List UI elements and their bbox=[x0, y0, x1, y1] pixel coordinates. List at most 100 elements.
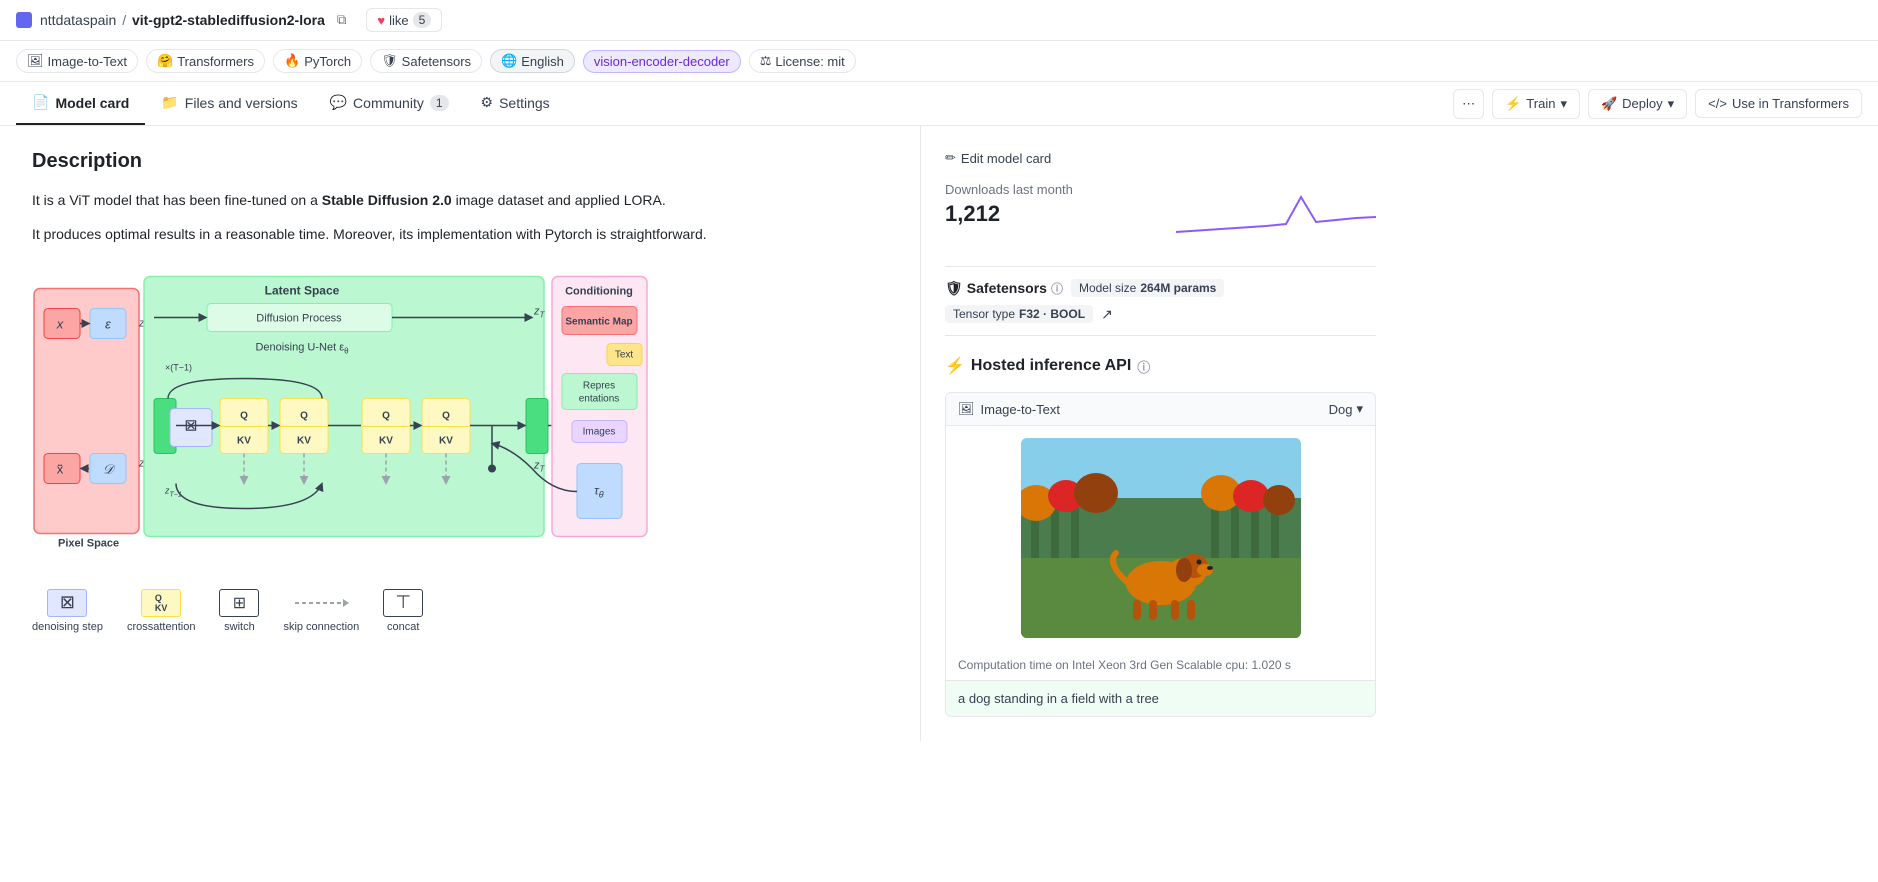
svg-text:entations: entations bbox=[579, 393, 620, 404]
inference-title: ⚡ Hosted inference API ⓘ bbox=[945, 356, 1376, 376]
lightning-icon: ⚡ bbox=[945, 356, 965, 376]
tag-safetensors[interactable]: 🛡 Safetensors bbox=[370, 49, 482, 73]
tag-license[interactable]: ⚖ License: mit bbox=[749, 49, 856, 73]
svg-text:Latent Space: Latent Space bbox=[265, 283, 340, 297]
tag-vision-encoder-decoder[interactable]: vision-encoder-decoder bbox=[583, 50, 741, 73]
tag-pytorch[interactable]: 🔥 PyTorch bbox=[273, 49, 362, 73]
pytorch-icon: 🔥 bbox=[284, 53, 300, 69]
tab-community[interactable]: 💬 Community 1 bbox=[314, 82, 465, 125]
content-left: Description It is a ViT model that has b… bbox=[0, 126, 920, 741]
svg-text:×(T−1): ×(T−1) bbox=[165, 362, 192, 372]
downloads-label: Downloads last month bbox=[945, 182, 1073, 197]
nav-actions: ⋯ ⚡ Train ▾ 🚀 Deploy ▾ </> Use in Transf… bbox=[1453, 89, 1862, 119]
model-card-icon: 📄 bbox=[32, 94, 49, 111]
community-badge: 1 bbox=[430, 95, 449, 111]
copy-button[interactable]: ⧉ bbox=[333, 10, 351, 30]
compute-time: Computation time on Intel Xeon 3rd Gen S… bbox=[945, 650, 1376, 681]
more-options-button[interactable]: ⋯ bbox=[1453, 89, 1484, 119]
image-icon: 🖼 bbox=[27, 53, 44, 69]
svg-text:x̃: x̃ bbox=[57, 461, 64, 476]
safetensors-external-link[interactable]: ↗ bbox=[1101, 306, 1113, 323]
like-label: like bbox=[389, 13, 409, 28]
community-icon: 💬 bbox=[330, 94, 347, 111]
train-chevron-icon: ▾ bbox=[1560, 96, 1567, 112]
concat-icon: ⊤ bbox=[383, 589, 423, 617]
org-name[interactable]: nttdataspain bbox=[40, 12, 116, 28]
inference-select-dropdown[interactable]: Dog ▾ bbox=[1329, 401, 1363, 417]
svg-text:Text: Text bbox=[615, 349, 634, 360]
inference-type: 🖼 Image-to-Text bbox=[958, 401, 1060, 417]
output-box: a dog standing in a field with a tree bbox=[945, 681, 1376, 717]
repo-path: nttdataspain / vit-gpt2-stablediffusion2… bbox=[40, 12, 325, 28]
svg-text:KV: KV bbox=[297, 435, 311, 446]
svg-text:Repres: Repres bbox=[583, 380, 615, 391]
files-icon: 📁 bbox=[161, 94, 178, 111]
code-icon: </> bbox=[1708, 96, 1727, 111]
denoising-icon: ⊠ bbox=[47, 589, 87, 617]
legend-row: ⊠ denoising step QKV crossattention ⊞ sw… bbox=[32, 589, 888, 633]
legend-concat: ⊤ concat bbox=[383, 589, 423, 633]
svg-text:KV: KV bbox=[237, 435, 251, 446]
description-title: Description bbox=[32, 150, 888, 173]
safetensors-row: 🛡 Safetensors ⓘ Model size 264M params T… bbox=[945, 266, 1376, 336]
main-layout: Description It is a ViT model that has b… bbox=[0, 126, 1878, 741]
legend-switch: ⊞ switch bbox=[219, 589, 259, 633]
preview-image bbox=[1021, 438, 1301, 638]
heart-icon: ♥ bbox=[377, 13, 385, 28]
transformers-icon: 🤗 bbox=[157, 53, 173, 69]
description-para1: It is a ViT model that has been fine-tun… bbox=[32, 189, 888, 211]
svg-text:Q: Q bbox=[240, 410, 248, 421]
tag-english[interactable]: 🌐 English bbox=[490, 49, 575, 73]
description-para2: It produces optimal results in a reasona… bbox=[32, 223, 888, 245]
top-header: nttdataspain / vit-gpt2-stablediffusion2… bbox=[0, 0, 1878, 41]
legend-denoising-step: ⊠ denoising step bbox=[32, 589, 103, 633]
legend-crossattention: QKV crossattention bbox=[127, 589, 195, 633]
architecture-diagram-container: Pixel Space x ε z x̃ bbox=[32, 266, 888, 633]
tags-row: 🖼 Image-to-Text 🤗 Transformers 🔥 PyTorch… bbox=[0, 41, 1878, 82]
legend-skip-connection: skip connection bbox=[283, 589, 359, 633]
downloads-chart bbox=[1176, 182, 1376, 242]
tab-model-card[interactable]: 📄 Model card bbox=[16, 82, 145, 125]
svg-text:Semantic Map: Semantic Map bbox=[565, 316, 632, 327]
svg-text:KV: KV bbox=[439, 435, 453, 446]
like-button[interactable]: ♥ like 5 bbox=[366, 8, 442, 32]
edit-icon: ✏ bbox=[945, 150, 956, 166]
dots-icon: ⋯ bbox=[1462, 96, 1475, 112]
tab-files-versions[interactable]: 📁 Files and versions bbox=[145, 82, 313, 125]
settings-icon: ⚙ bbox=[481, 94, 494, 111]
path-separator: / bbox=[122, 12, 126, 28]
safetensors-icon: 🛡 bbox=[381, 53, 398, 69]
tab-settings[interactable]: ⚙ Settings bbox=[465, 82, 566, 125]
svg-text:ε: ε bbox=[105, 316, 111, 331]
svg-text:x: x bbox=[56, 316, 64, 331]
safetensors-brand-icon: 🛡 bbox=[945, 280, 963, 297]
svg-text:Images: Images bbox=[583, 426, 616, 437]
repo-name[interactable]: vit-gpt2-stablediffusion2-lora bbox=[132, 12, 325, 28]
inference-info-icon[interactable]: ⓘ bbox=[1137, 357, 1150, 376]
tag-transformers[interactable]: 🤗 Transformers bbox=[146, 49, 265, 73]
use-in-transformers-button[interactable]: </> Use in Transformers bbox=[1695, 89, 1862, 118]
license-icon: ⚖ bbox=[760, 53, 772, 69]
model-size-tag: Model size 264M params bbox=[1071, 279, 1224, 297]
svg-text:Pixel Space: Pixel Space bbox=[58, 537, 119, 549]
tag-image-to-text[interactable]: 🖼 Image-to-Text bbox=[16, 49, 138, 73]
nav-tabs: 📄 Model card 📁 Files and versions 💬 Comm… bbox=[0, 82, 1878, 126]
globe-icon: 🌐 bbox=[501, 53, 517, 69]
output-text: a dog standing in a field with a tree bbox=[958, 691, 1159, 706]
safetensors-info-icon[interactable]: ⓘ bbox=[1051, 280, 1063, 297]
deploy-button[interactable]: 🚀 Deploy ▾ bbox=[1588, 89, 1687, 119]
tensor-type-tag: Tensor type F32 · BOOL bbox=[945, 305, 1093, 323]
train-button[interactable]: ⚡ Train ▾ bbox=[1492, 89, 1580, 119]
svg-text:KV: KV bbox=[379, 435, 393, 446]
deploy-chevron-icon: ▾ bbox=[1668, 96, 1675, 112]
select-chevron-icon: ▾ bbox=[1356, 401, 1363, 417]
svg-text:Q: Q bbox=[442, 410, 450, 421]
repo-icon bbox=[16, 12, 32, 28]
image-to-text-icon: 🖼 bbox=[958, 401, 975, 417]
downloads-section: Downloads last month 1,212 bbox=[945, 182, 1376, 242]
downloads-count: 1,212 bbox=[945, 201, 1073, 227]
like-count: 5 bbox=[413, 12, 432, 28]
safetensors-label: 🛡 Safetensors ⓘ bbox=[945, 280, 1063, 297]
edit-model-card-link[interactable]: ✏ Edit model card bbox=[945, 150, 1376, 166]
architecture-diagram: Pixel Space x ε z x̃ bbox=[32, 266, 652, 576]
